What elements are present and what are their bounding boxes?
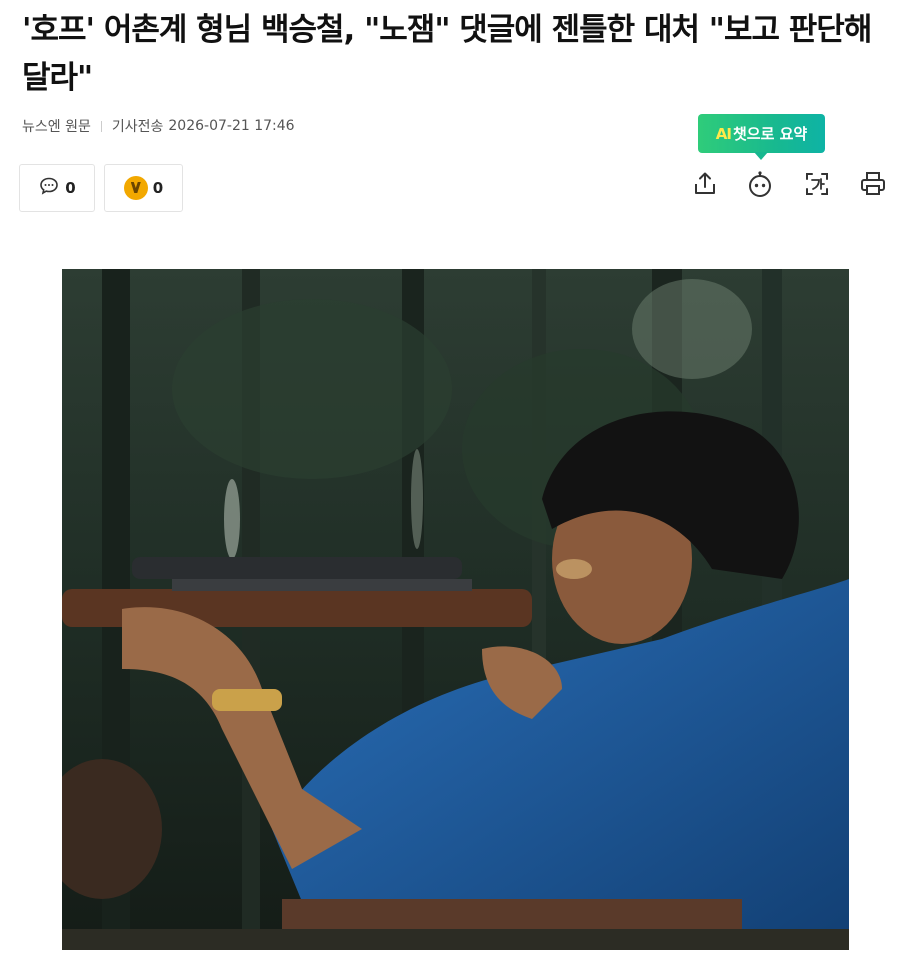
comment-count-button[interactable]: 0 [19, 164, 95, 212]
comment-icon [38, 175, 60, 201]
ai-badge-label: 챗으로 요약 [732, 125, 808, 143]
share-icon [695, 172, 715, 194]
reaction-coin-icon [123, 176, 148, 200]
article-datetime: 2026-07-21 17:46 [168, 118, 295, 134]
comment-count: 0 [65, 179, 76, 197]
article-meta: 뉴스엔 원문 기사전송 2026-07-21 17:46 [22, 116, 295, 136]
print-button[interactable] [857, 168, 889, 200]
ai-chat-summary-tooltip[interactable]: AI 챗으로 요약 [698, 114, 825, 160]
reaction-count-button[interactable]: 0 [104, 164, 183, 212]
print-icon [861, 172, 885, 195]
ai-badge-prefix: AI [715, 124, 732, 143]
source-link[interactable]: 뉴스엔 원문 [22, 116, 91, 136]
translate-icon [806, 173, 828, 195]
article-title: '호프' 어촌계 형님 백승철, "노잼" 댓글에 젠틀한 대처 "보고 판단해… [22, 12, 872, 96]
meta-divider [100, 120, 102, 132]
reaction-count: 0 [152, 179, 164, 197]
sent-label: 기사전송 [111, 119, 164, 135]
article-photo [62, 269, 849, 950]
share-button[interactable] [689, 168, 721, 200]
chatbot-icon [749, 171, 771, 197]
translate-button[interactable] [801, 168, 833, 200]
chatbot-button[interactable] [744, 168, 776, 200]
